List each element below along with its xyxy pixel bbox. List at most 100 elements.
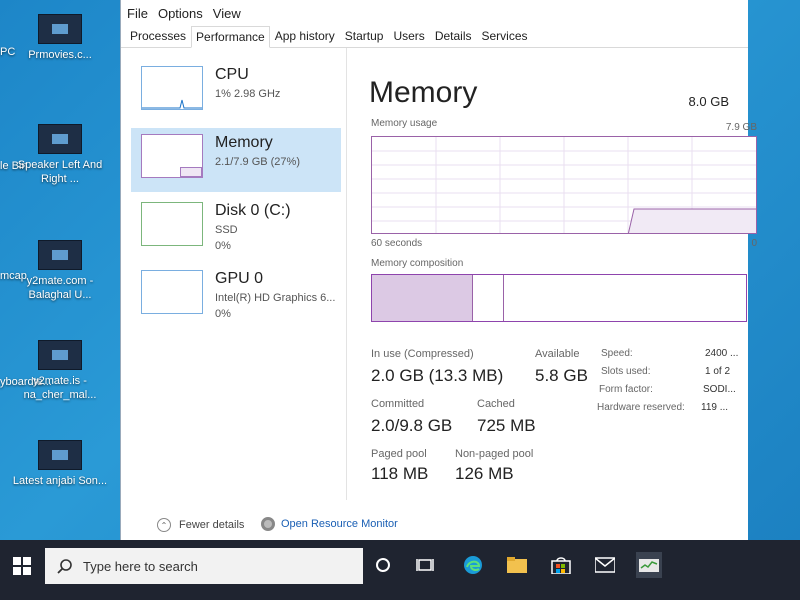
taskbar: Type here to search xyxy=(0,540,800,600)
memory-mini-fill xyxy=(180,167,202,177)
taskbar-search-box[interactable]: Type here to search xyxy=(45,548,363,584)
menu-bar: File Options View xyxy=(121,0,748,26)
menu-file[interactable]: File xyxy=(127,6,148,21)
start-button[interactable] xyxy=(8,552,36,580)
task-manager-window: File Options View Processes Performance … xyxy=(120,0,757,540)
footer: ⌃ Fewer details Open Resource Monitor xyxy=(121,510,749,540)
resource-item-memory[interactable]: Memory 2.1/7.9 GB (27%) xyxy=(131,128,341,192)
search-placeholder: Type here to search xyxy=(83,558,198,574)
resource-name: GPU 0 xyxy=(215,270,264,287)
resource-name: Disk 0 (C:) xyxy=(215,202,291,219)
desktop-icon-label: y2mate.com - Balaghal U... xyxy=(26,275,94,301)
resource-name: Memory xyxy=(215,134,273,151)
resource-item-cpu[interactable]: CPU 1% 2.98 GHz xyxy=(131,60,341,124)
memory-mini-graph xyxy=(141,134,203,178)
desktop: PC Prmovies.c... le Bin Speaker Left And… xyxy=(0,0,120,540)
video-file-icon xyxy=(38,240,82,270)
in-use-label: In use (Compressed) xyxy=(371,348,474,360)
hardware-reserved-key: Hardware reserved: xyxy=(597,402,685,413)
hardware-reserved-value: 119 ... xyxy=(701,402,729,413)
desktop-icon-label: Speaker Left And Right ... xyxy=(17,159,103,185)
search-icon xyxy=(57,559,72,574)
desktop-icon-y2mate-com[interactable]: y2mate.com - Balaghal U... xyxy=(0,240,120,302)
committed-label: Committed xyxy=(371,398,425,410)
available-value: 5.8 GB xyxy=(535,366,588,385)
resource-name: CPU xyxy=(215,66,249,83)
nonpaged-pool-label: Non-paged pool xyxy=(455,448,534,460)
desktop-icon-label: y2mate.is - na_cher_mal... xyxy=(23,375,97,401)
memory-usage-max: 7.9 GB xyxy=(725,122,757,133)
disk-mini-graph xyxy=(141,202,203,246)
memory-composition-label: Memory composition xyxy=(371,258,464,269)
menu-view[interactable]: View xyxy=(213,6,241,21)
menu-options[interactable]: Options xyxy=(158,6,203,21)
task-manager-taskbar-button[interactable] xyxy=(636,552,662,578)
desktop-icon-speaker[interactable]: Speaker Left And Right ... xyxy=(0,124,120,186)
gpu-mini-graph xyxy=(141,270,203,314)
composition-modified xyxy=(474,275,504,321)
resource-sub: SSD xyxy=(215,224,238,236)
paged-pool-value: 118 MB xyxy=(371,464,429,483)
file-explorer-button[interactable] xyxy=(504,552,530,578)
fewer-details-link[interactable]: ⌃ Fewer details xyxy=(157,518,244,532)
open-resource-monitor-label: Open Resource Monitor xyxy=(281,518,398,530)
resource-list: CPU 1% 2.98 GHz Memory 2.1/7.9 GB (27%) … xyxy=(121,48,347,500)
cpu-mini-graph xyxy=(141,66,203,110)
tab-details[interactable]: Details xyxy=(430,25,477,47)
form-factor-key: Form factor: xyxy=(599,384,653,395)
cortana-button[interactable] xyxy=(370,552,396,578)
resource-sub: Intel(R) HD Graphics 6... xyxy=(215,292,336,304)
resource-item-gpu[interactable]: GPU 0 Intel(R) HD Graphics 6... 0% xyxy=(131,264,341,328)
video-file-icon xyxy=(38,440,82,470)
form-factor-value: SODI... xyxy=(703,384,736,395)
edge-taskbar-button[interactable] xyxy=(460,552,486,578)
tab-processes[interactable]: Processes xyxy=(125,25,191,47)
desktop-icon-prmovies[interactable]: Prmovies.c... xyxy=(0,14,120,62)
desktop-icon-label: Latest anjabi Son... xyxy=(12,475,108,487)
open-resource-monitor-link[interactable]: Open Resource Monitor xyxy=(261,517,398,531)
tab-startup[interactable]: Startup xyxy=(340,25,389,47)
tab-services[interactable]: Services xyxy=(477,25,533,47)
resource-sub: 1% 2.98 GHz xyxy=(215,88,281,100)
slots-key: Slots used: xyxy=(601,366,651,377)
memory-detail: Memory 8.0 GB Memory usage 7.9 GB 60 sec… xyxy=(369,70,757,500)
edge-browser-icon xyxy=(464,556,482,574)
task-view-button[interactable] xyxy=(412,552,438,578)
memory-usage-graph xyxy=(371,136,757,234)
memory-composition-bar xyxy=(371,274,747,322)
resource-item-disk[interactable]: Disk 0 (C:) SSD 0% xyxy=(131,196,341,260)
resource-sub2: 0% xyxy=(215,240,231,252)
tab-bar: Processes Performance App history Startu… xyxy=(121,26,748,48)
store-button[interactable] xyxy=(548,552,574,578)
memory-usage-chart xyxy=(372,137,756,233)
video-file-icon xyxy=(38,124,82,154)
slots-value: 1 of 2 xyxy=(705,366,731,377)
committed-value: 2.0/9.8 GB xyxy=(371,416,453,435)
resource-sub2: 0% xyxy=(215,308,231,320)
resource-sub: 2.1/7.9 GB (27%) xyxy=(215,156,300,168)
time-range-label: 60 seconds xyxy=(371,238,423,249)
cpu-sparkline xyxy=(142,99,202,109)
windows-logo-icon xyxy=(13,557,31,575)
available-label: Available xyxy=(535,348,580,360)
composition-in-use xyxy=(372,275,473,321)
tab-app-history[interactable]: App history xyxy=(270,25,340,47)
memory-total: 8.0 GB xyxy=(688,94,729,109)
paged-pool-label: Paged pool xyxy=(371,448,427,460)
tab-users[interactable]: Users xyxy=(388,25,429,47)
tab-performance[interactable]: Performance xyxy=(191,26,270,48)
desktop-icon-latest-song[interactable]: Latest anjabi Son... xyxy=(0,440,120,488)
speed-value: 2400 ... xyxy=(705,348,739,359)
mail-button[interactable] xyxy=(592,552,618,578)
task-view-icon xyxy=(416,559,434,571)
fewer-details-label: Fewer details xyxy=(179,519,245,531)
speed-key: Speed: xyxy=(601,348,633,359)
chevron-up-icon: ⌃ xyxy=(157,518,171,532)
cached-value: 725 MB xyxy=(477,416,536,435)
cached-label: Cached xyxy=(477,398,515,410)
cortana-circle-icon xyxy=(376,558,390,572)
memory-usage-label: Memory usage xyxy=(371,118,438,129)
desktop-icon-y2mate-is[interactable]: y2mate.is - na_cher_mal... xyxy=(0,340,120,402)
folder-icon xyxy=(507,557,527,573)
time-zero-label: 0 xyxy=(751,238,757,249)
